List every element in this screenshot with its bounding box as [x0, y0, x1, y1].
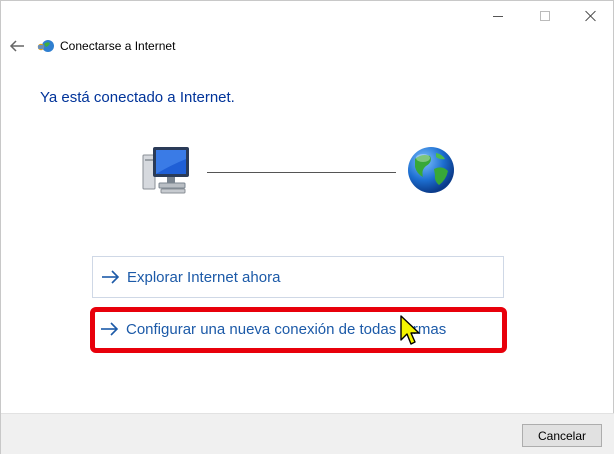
- close-icon: [585, 10, 597, 22]
- setup-new-connection-label: Configurar una nueva conexión de todas f…: [126, 320, 447, 338]
- globe-icon: [408, 147, 454, 193]
- minimize-button[interactable]: [475, 1, 521, 31]
- dialog-footer: Cancelar: [1, 413, 614, 454]
- network-globe-icon: [37, 40, 54, 52]
- arrow-right-icon: [101, 322, 119, 336]
- window-title: Conectarse a Internet: [60, 39, 176, 53]
- connection-line: [207, 172, 396, 173]
- minimize-icon: [493, 15, 503, 17]
- arrow-right-icon: [102, 270, 120, 284]
- page-heading: Ya está conectado a Internet.: [40, 89, 235, 106]
- browse-internet-now-link[interactable]: Explorar Internet ahora: [92, 256, 504, 298]
- connect-to-internet-dialog: Conectarse a Internet Ya está conectado …: [0, 0, 614, 454]
- maximize-button[interactable]: [522, 1, 568, 31]
- setup-new-connection-link[interactable]: Configurar una nueva conexión de todas f…: [92, 308, 504, 350]
- maximize-icon: [540, 11, 550, 21]
- back-button[interactable]: [7, 37, 27, 55]
- computer-monitor-icon: [142, 147, 189, 194]
- cancel-button[interactable]: Cancelar: [522, 424, 602, 447]
- browse-internet-now-label: Explorar Internet ahora: [127, 268, 281, 286]
- close-button[interactable]: [568, 1, 614, 31]
- back-arrow-icon: [9, 40, 24, 52]
